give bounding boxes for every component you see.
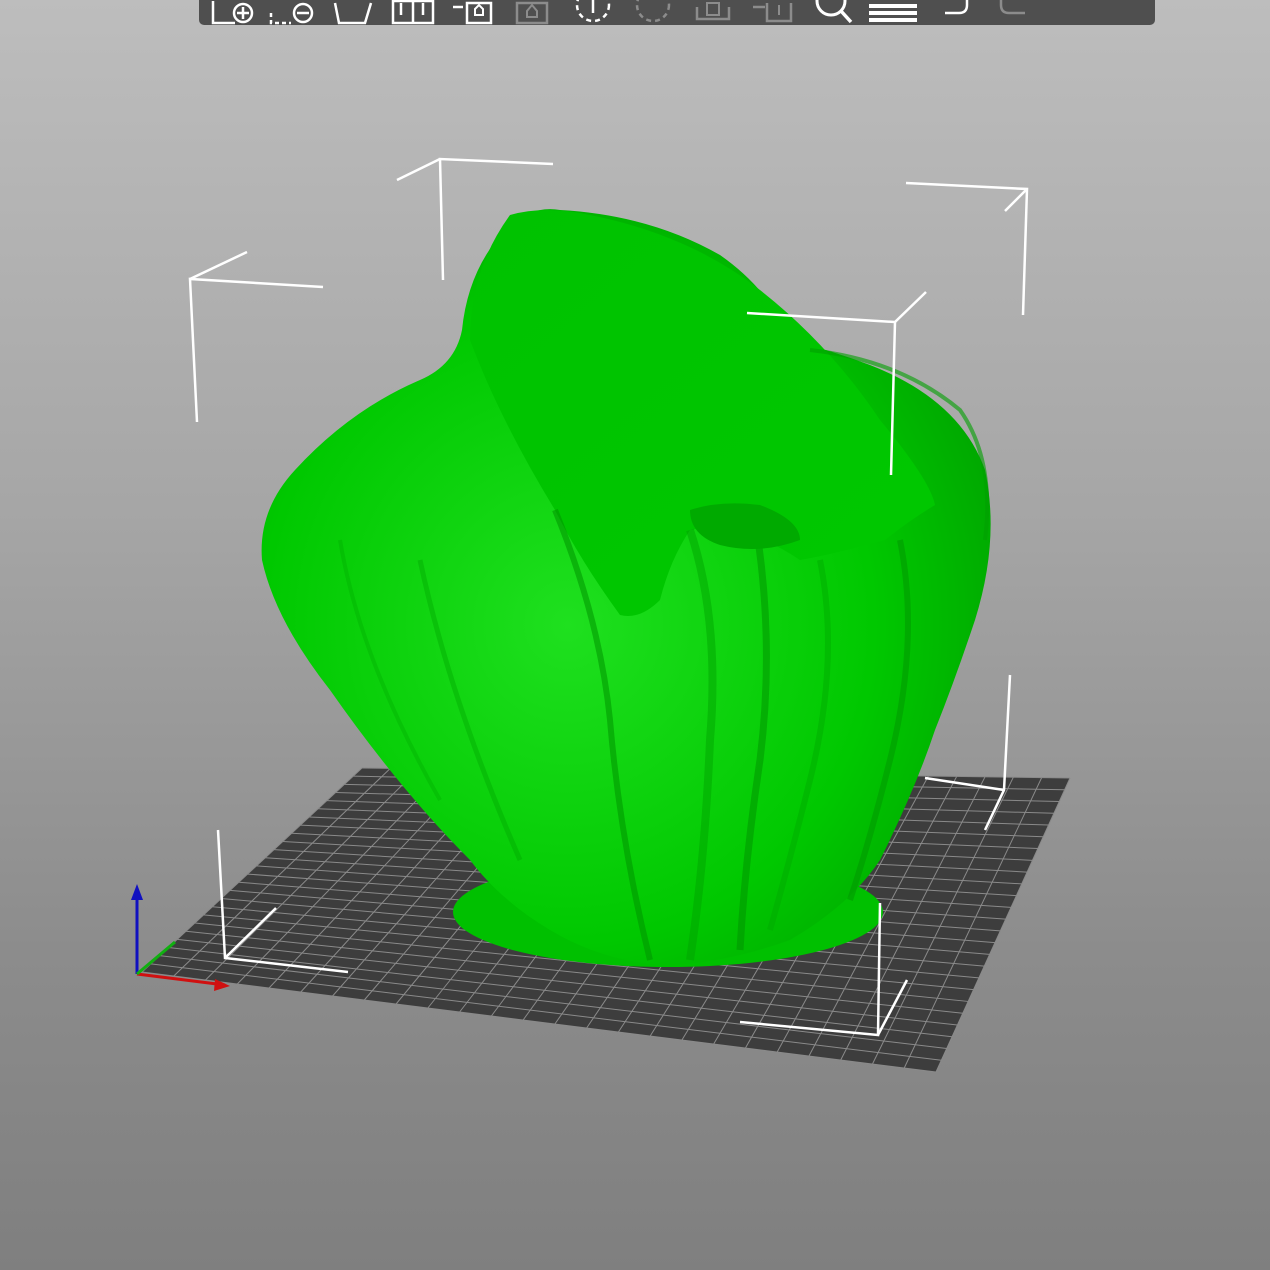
3d-viewport[interactable]	[0, 0, 1270, 1270]
